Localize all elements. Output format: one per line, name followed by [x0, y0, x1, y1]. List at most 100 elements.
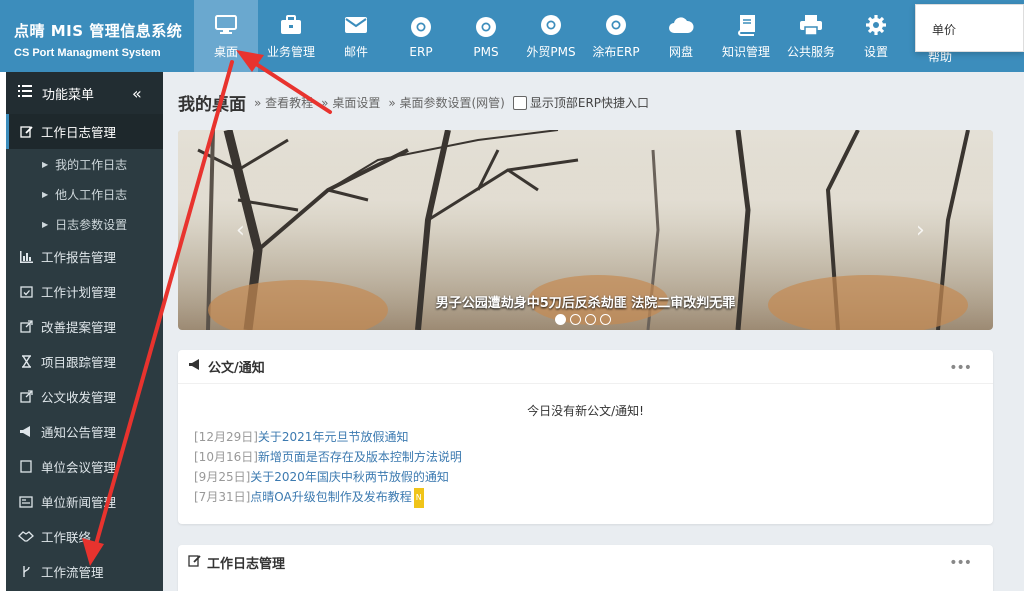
link-tutorial[interactable]: » 查看教程 — [254, 94, 313, 111]
handshake-icon — [18, 531, 34, 542]
notice-text: 关于2020年国庆中秋两节放假的通知 — [250, 470, 449, 484]
notice-date: [9月25日] — [194, 470, 251, 484]
sidebar-item-report[interactable]: 工作报告管理 — [6, 239, 163, 274]
bar-chart-icon — [18, 250, 34, 263]
nav-public-service[interactable]: 公共服务 — [778, 0, 844, 72]
notice-item[interactable]: [10月16日]新增页面是否存在及版本控制方法说明 — [194, 447, 993, 467]
envelope-icon — [343, 12, 369, 38]
caret-right-icon: ▶ — [42, 189, 49, 199]
sidebar-item-proposal[interactable]: 改善提案管理 — [6, 309, 163, 344]
sidebar-title: 功能菜单 — [42, 87, 95, 103]
submenu-label: 我的工作日志 — [55, 157, 128, 172]
chrome-icon — [538, 12, 564, 38]
notice-text: 关于2021年元旦节放假通知 — [257, 430, 409, 444]
list-icon — [18, 85, 34, 101]
sidebar-item-notice[interactable]: 通知公告管理 — [6, 414, 163, 449]
newspaper-icon — [18, 495, 34, 508]
more-options-icon[interactable]: ••• — [949, 555, 972, 571]
nav-coating-erp[interactable]: 涂布ERP — [584, 0, 648, 72]
chrome-icon — [603, 12, 629, 38]
nav-label: ERP — [409, 44, 433, 59]
chrome-icon — [473, 14, 499, 40]
sidebar-item-document[interactable]: 公文收发管理 — [6, 379, 163, 414]
more-options-icon[interactable]: ••• — [949, 360, 972, 376]
bullhorn-icon — [188, 358, 202, 375]
nav-desktop[interactable]: 桌面 — [194, 0, 258, 72]
nav-mail[interactable]: 邮件 — [324, 0, 388, 72]
notice-item[interactable]: [9月25日]关于2020年国庆中秋两节放假的通知 — [194, 467, 993, 487]
submenu-others-worklog[interactable]: ▶ 他人工作日志 — [6, 179, 163, 209]
notice-panel-title: 公文/通知 — [208, 361, 265, 376]
checkbox-box[interactable] — [512, 95, 527, 110]
top-bar: 点晴 MIS 管理信息系统 CS Port Managment System 桌… — [0, 0, 1024, 72]
notice-empty-text: 今日没有新公文/通知! — [527, 404, 644, 418]
link-desktop-settings[interactable]: » 桌面设置 — [321, 94, 380, 111]
notice-list: [12月29日]关于2021年元旦节放假通知 [10月16日]新增页面是否存在及… — [194, 427, 993, 508]
carousel-next-icon[interactable]: › — [916, 218, 925, 243]
nav-erp[interactable]: ERP — [388, 0, 454, 72]
carousel-caption[interactable]: 男子公园遭劫身中5刀后反杀劫匪 法院二审改判无罪 — [178, 292, 993, 311]
carousel-prev-icon[interactable]: ‹ — [236, 218, 245, 243]
sidebar-item-label: 项目跟踪管理 — [41, 355, 117, 370]
notice-date: [7月31日] — [194, 490, 251, 504]
notice-panel-header: 公文/通知 — [178, 350, 993, 384]
sidebar-item-label: 单位新闻管理 — [41, 495, 117, 510]
carousel-dot-4[interactable] — [600, 314, 611, 325]
page-title: 我的桌面 — [178, 95, 246, 115]
notice-text: 新增页面是否存在及版本控制方法说明 — [257, 450, 462, 464]
news-carousel[interactable]: ‹ › 男子公园遭劫身中5刀后反杀劫匪 法院二审改判无罪 — [178, 130, 993, 330]
book-icon — [733, 12, 759, 38]
sidebar-item-meeting[interactable]: 单位会议管理 — [6, 449, 163, 484]
top-nav: 桌面 业务管理 邮件 ERP PMS 外贸PMS 涂布ERP 网盘 知识管理 公… — [194, 0, 908, 72]
nav-label: 业务管理 — [266, 45, 315, 59]
sidebar-item-project[interactable]: 项目跟踪管理 — [6, 344, 163, 379]
carousel-dot-3[interactable] — [585, 314, 596, 325]
link-desktop-params[interactable]: » 桌面参数设置(网管) — [388, 94, 505, 111]
nav-label: 涂布ERP — [592, 45, 640, 59]
carousel-dot-2[interactable] — [570, 314, 581, 325]
collapse-icon[interactable]: « — [132, 84, 142, 103]
nav-label: 外贸PMS — [526, 45, 576, 59]
nav-pms[interactable]: PMS — [454, 0, 518, 72]
submenu-my-worklog[interactable]: ▶ 我的工作日志 — [6, 149, 163, 179]
notice-item[interactable]: [12月29日]关于2021年元旦节放假通知 — [194, 427, 993, 447]
carousel-dot-1[interactable] — [555, 314, 566, 325]
carousel-indicators — [555, 314, 611, 325]
nav-cloud-drive[interactable]: 网盘 — [648, 0, 714, 72]
nav-business[interactable]: 业务管理 — [258, 0, 324, 72]
nav-foreign-pms[interactable]: 外贸PMS — [518, 0, 584, 72]
notice-date: [12月29日] — [194, 430, 258, 444]
monitor-icon — [213, 12, 239, 38]
hourglass-icon — [18, 355, 34, 368]
external-edit-icon — [18, 320, 34, 333]
sidebar-item-contact[interactable]: 工作联络 — [6, 519, 163, 554]
nav-label: 公共服务 — [786, 45, 835, 59]
worklog-panel: 工作日志管理 ••• — [178, 545, 993, 591]
printer-icon — [798, 12, 824, 38]
nav-settings[interactable]: 设置 — [844, 0, 908, 72]
submenu-log-settings[interactable]: ▶ 日志参数设置 — [6, 209, 163, 239]
submenu-label: 他人工作日志 — [55, 187, 128, 202]
sidebar-item-plan[interactable]: 工作计划管理 — [6, 274, 163, 309]
notice-item[interactable]: [7月31日]点晴OA升级包制作及发布教程 N — [194, 487, 993, 508]
briefcase-icon — [278, 12, 304, 38]
caret-right-icon: ▶ — [42, 159, 49, 169]
chrome-icon — [408, 14, 434, 40]
sidebar-item-label: 通知公告管理 — [41, 425, 117, 440]
notice-text: 点晴OA升级包制作及发布教程 — [250, 490, 412, 504]
sidebar-item-label: 工作计划管理 — [41, 285, 117, 300]
branch-icon — [18, 565, 34, 578]
sidebar-item-workflow[interactable]: 工作流管理 — [6, 554, 163, 589]
sidebar-item-news[interactable]: 单位新闻管理 — [6, 484, 163, 519]
app-title: 点晴 MIS 管理信息系统 — [14, 22, 183, 40]
new-badge: N — [413, 488, 424, 508]
erp-shortcut-checkbox[interactable]: 显示顶部ERP快捷入口 — [512, 94, 649, 111]
sidebar-header: 功能菜单 « — [6, 72, 163, 114]
note-icon — [18, 460, 34, 473]
nav-knowledge[interactable]: 知识管理 — [714, 0, 778, 72]
nav-label: 桌面 — [213, 45, 238, 59]
caret-right-icon: ▶ — [42, 219, 49, 229]
notice-date: [10月16日] — [194, 450, 258, 464]
edit-icon — [188, 554, 201, 571]
sidebar-item-worklog[interactable]: 工作日志管理 — [6, 114, 163, 149]
